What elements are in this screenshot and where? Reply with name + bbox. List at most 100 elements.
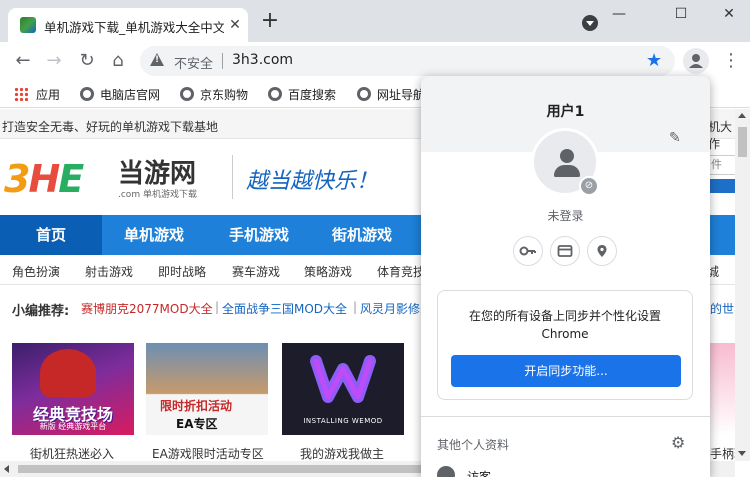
reload-button[interactable]: ↻ <box>76 51 98 71</box>
game-card-ea[interactable]: 限时折扣活动 EA专区 <box>146 343 268 435</box>
card-caption[interactable]: 街机狂热迷必入 <box>30 445 114 461</box>
new-tab-button[interactable]: + <box>258 10 282 34</box>
site-logo-sub: .com 单机游戏下载 <box>118 190 197 200</box>
payment-methods-button[interactable] <box>550 236 580 266</box>
browser-toolbar: ← → ↻ ⌂ 不安全 3h3.com ★ ⋮ <box>0 42 750 80</box>
guest-avatar-icon[interactable] <box>437 466 455 477</box>
credit-card-icon <box>557 245 573 257</box>
location-pin-icon <box>597 245 607 257</box>
bookmark-star-icon[interactable]: ★ <box>646 50 662 71</box>
scroll-thumb[interactable] <box>738 127 747 157</box>
bookmark-item[interactable]: 网址导航 <box>357 86 425 103</box>
nav-arcade-games[interactable]: 街机游戏 <box>312 215 412 255</box>
signin-status: 未登录 <box>547 209 584 223</box>
profile-menu-popup: 用户1 ✎ ⊘ 未登录 在您的所有设备上同步并个性化设置 Chrome 开启同步… <box>421 76 710 477</box>
bookmark-item[interactable]: 电脑店官网 <box>80 86 160 103</box>
card-overlay-title: 限时折扣活动 <box>160 399 233 413</box>
game-card-arcade[interactable]: 经典竞技场 新版 经典游戏平台 <box>12 343 134 435</box>
scroll-down-icon[interactable] <box>738 451 746 456</box>
address-bar[interactable]: 不安全 3h3.com ★ <box>140 46 675 76</box>
nav-mobile-games[interactable]: 手机游戏 <box>206 215 312 255</box>
turn-on-sync-button[interactable]: 开启同步功能... <box>451 355 681 387</box>
profile-user-name: 用户1 <box>546 104 585 120</box>
card-caption[interactable]: EA游戏限时活动专区 <box>152 445 264 461</box>
vertical-scrollbar[interactable] <box>735 109 750 461</box>
subnav-item[interactable]: 射击游戏 <box>85 263 133 280</box>
recommend-link[interactable]: 赛博朋克2077MOD大全 <box>81 300 213 317</box>
omnibox-divider <box>222 53 223 69</box>
recommend-separator: | <box>215 300 220 314</box>
site-logo-text[interactable]: 当游网 <box>118 153 196 190</box>
sync-promo-text: 在您的所有设备上同步并个性化设置 <box>468 309 661 323</box>
person-icon <box>689 54 703 68</box>
bookmark-item[interactable]: 百度搜索 <box>268 86 336 103</box>
bookmark-item[interactable]: 京东购物 <box>180 86 248 103</box>
tab-search-icon[interactable] <box>582 15 598 31</box>
card-overlay-title: INSTALLING WEMOD <box>303 417 383 425</box>
title-bar: 单机游戏下载_单机游戏大全中文 ✕ + — ☐ ✕ <box>0 0 750 42</box>
site-slogan: 打造安全无毒、好玩的单机游戏下载基地 <box>2 120 219 134</box>
warning-icon[interactable] <box>150 53 164 66</box>
key-icon <box>519 246 536 256</box>
chrome-menu-button[interactable]: ⋮ <box>722 50 740 72</box>
game-card-wemod[interactable]: INSTALLING WEMOD <box>282 343 404 435</box>
url-text[interactable]: 3h3.com <box>232 52 293 68</box>
subnav-item[interactable]: 策略游戏 <box>304 263 352 280</box>
maximize-button[interactable]: ☐ <box>666 6 696 26</box>
other-profiles-label: 其他个人资料 <box>437 438 510 452</box>
game-card-gamepad[interactable] <box>708 343 735 435</box>
globe-icon <box>180 87 194 101</box>
sync-promo-box: 在您的所有设备上同步并个性化设置 Chrome 开启同步功能... <box>437 290 693 400</box>
site-search-input[interactable]: 件 <box>708 155 735 175</box>
card-caption[interactable]: 我的游戏我做主 <box>300 445 384 461</box>
person-body <box>554 165 580 177</box>
card-overlay-sub: EA专区 <box>176 417 218 431</box>
nav-home[interactable]: 首页 <box>0 215 102 255</box>
nav-pc-games[interactable]: 单机游戏 <box>102 215 206 255</box>
passwords-button[interactable] <box>513 236 543 266</box>
site-favicon-icon <box>20 17 36 33</box>
forward-button[interactable]: → <box>43 51 65 71</box>
globe-icon <box>268 87 282 101</box>
site-logo-icon[interactable]: 3HE <box>4 157 84 201</box>
guest-profile-label[interactable]: 访客 <box>467 468 491 477</box>
recommend-separator: | <box>353 300 358 314</box>
subnav-item[interactable]: 即时战略 <box>158 263 206 280</box>
recommend-link[interactable]: 风灵月影修改 <box>360 300 422 317</box>
profile-avatar-button[interactable] <box>683 48 709 74</box>
scroll-left-icon[interactable] <box>4 465 9 473</box>
logo-divider <box>232 155 233 199</box>
insecure-label[interactable]: 不安全 <box>174 53 213 72</box>
site-motto: 越当越快乐！ <box>246 169 379 194</box>
tab-close-icon[interactable]: ✕ <box>226 16 244 34</box>
popup-divider <box>421 416 710 417</box>
card-caption[interactable]: 手柄玩 <box>710 445 735 461</box>
card-overlay-sub: 新版 经典游戏平台 <box>39 422 107 431</box>
subnav-item[interactable]: 体育竞技 <box>377 263 425 280</box>
home-button[interactable]: ⌂ <box>107 51 129 71</box>
person-icon <box>560 149 574 163</box>
recommend-label: 小编推荐: <box>12 304 70 319</box>
tab-title: 单机游戏下载_单机游戏大全中文 <box>44 20 224 35</box>
minimize-button[interactable]: — <box>604 6 634 26</box>
back-button[interactable]: ← <box>12 51 34 71</box>
bookmark-apps[interactable]: 应用 <box>14 86 60 103</box>
addresses-button[interactable] <box>587 236 617 266</box>
browser-tab[interactable]: 单机游戏下载_单机游戏大全中文 ✕ <box>8 8 248 42</box>
character-art-icon <box>40 349 96 397</box>
wemod-logo-icon <box>310 355 376 403</box>
globe-icon <box>357 87 371 101</box>
sync-off-icon: ⊘ <box>579 176 599 196</box>
subnav-item[interactable]: 赛车游戏 <box>232 263 280 280</box>
manage-profiles-gear-icon[interactable]: ⚙ <box>671 433 685 452</box>
subnav-item[interactable]: 角色扮演 <box>12 263 60 280</box>
scroll-up-icon[interactable] <box>738 113 746 118</box>
site-search-button[interactable] <box>708 179 735 193</box>
recommend-link[interactable]: 全面战争三国MOD大全 <box>222 300 347 317</box>
close-window-button[interactable]: ✕ <box>714 6 744 26</box>
sync-promo-text-2: Chrome <box>541 327 589 341</box>
edit-profile-icon[interactable]: ✎ <box>669 130 687 148</box>
recommend-link[interactable]: 的世界 <box>710 300 735 317</box>
globe-icon <box>80 87 94 101</box>
apps-grid-icon <box>14 87 28 101</box>
